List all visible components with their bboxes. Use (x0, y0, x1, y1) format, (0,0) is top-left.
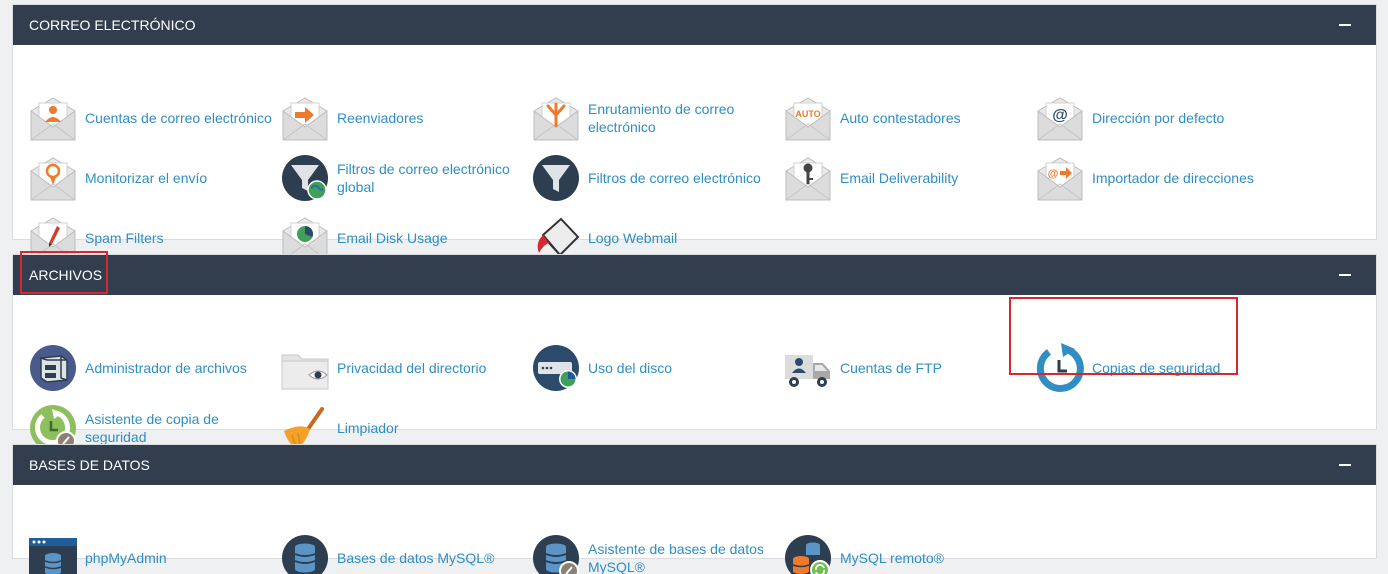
email-section-header[interactable]: CORREO ELECTRÓNICO (13, 5, 1376, 45)
email-filter-icon (533, 155, 579, 201)
collapse-icon[interactable] (1338, 265, 1356, 283)
email-routing-icon (533, 97, 579, 141)
directory-privacy-link[interactable]: Privacidad del directorio (280, 343, 530, 393)
mysql-databases-link[interactable]: Bases de datos MySQL® (280, 533, 530, 574)
address-importer-icon: @ (1037, 157, 1083, 201)
databases-section-header[interactable]: BASES DE DATOS (13, 445, 1376, 485)
mysql-databases-icon (282, 535, 328, 574)
section-title: BASES DE DATOS (29, 457, 150, 473)
svg-text:@: @ (1052, 107, 1068, 124)
autoresponders-link[interactable]: AUTO Auto contestadores (783, 93, 1033, 143)
backups-link[interactable]: Copias de seguridad (1035, 343, 1285, 393)
email-deliverability-link[interactable]: Email Deliverability (783, 153, 1033, 203)
file-manager-icon (30, 345, 76, 391)
svg-text:AUTO: AUTO (795, 109, 820, 119)
track-delivery-icon (30, 157, 76, 201)
files-section: ARCHIVOS Administrador de archivos Priva… (12, 254, 1377, 451)
remote-mysql-icon (785, 535, 831, 574)
mysql-wizard-link[interactable]: Asistente de bases de datos MySQL® (531, 533, 781, 574)
forwarders-link[interactable]: Reenviadores (280, 93, 530, 143)
global-email-filters-link[interactable]: Filtros de correo electrónico global (280, 153, 530, 203)
section-title: CORREO ELECTRÓNICO (29, 17, 196, 33)
disk-usage-icon (533, 345, 579, 391)
email-section: CORREO ELECTRÓNICO Cuentas de correo ele… (12, 4, 1377, 261)
global-filter-icon (282, 155, 328, 201)
mysql-wizard-icon (533, 535, 579, 574)
email-deliverability-icon (785, 157, 831, 201)
files-section-header[interactable]: ARCHIVOS (13, 255, 1376, 295)
svg-text:@: @ (1048, 168, 1059, 180)
phpmyadmin-link[interactable]: phpMyAdmin (28, 533, 278, 574)
autoresponder-icon: AUTO (785, 97, 831, 141)
default-address-icon: @ (1037, 97, 1083, 141)
email-accounts-link[interactable]: Cuentas de correo electrónico (28, 93, 278, 143)
address-importer-link[interactable]: @ Importador de direcciones (1035, 153, 1285, 203)
file-manager-link[interactable]: Administrador de archivos (28, 343, 278, 393)
phpmyadmin-icon (29, 538, 77, 574)
directory-privacy-icon (281, 354, 329, 390)
remote-mysql-link[interactable]: MySQL remoto® (783, 533, 1033, 574)
collapse-icon[interactable] (1338, 15, 1356, 33)
ftp-accounts-link[interactable]: Cuentas de FTP (783, 343, 1033, 393)
track-delivery-link[interactable]: Monitorizar el envío (28, 153, 278, 203)
email-account-icon (30, 97, 76, 141)
section-title: ARCHIVOS (29, 267, 103, 283)
disk-usage-link[interactable]: Uso del disco (531, 343, 781, 393)
databases-section: BASES DE DATOS phpMyAdmin Bases de datos… (12, 444, 1377, 574)
backup-icon (1036, 343, 1084, 392)
default-address-link[interactable]: @ Dirección por defecto (1035, 93, 1285, 143)
email-filters-link[interactable]: Filtros de correo electrónico (531, 153, 781, 203)
ftp-accounts-icon (785, 355, 830, 387)
forwarder-icon (282, 97, 328, 141)
collapse-icon[interactable] (1338, 455, 1356, 473)
email-routing-link[interactable]: Enrutamiento de correo electrónico (531, 93, 781, 143)
